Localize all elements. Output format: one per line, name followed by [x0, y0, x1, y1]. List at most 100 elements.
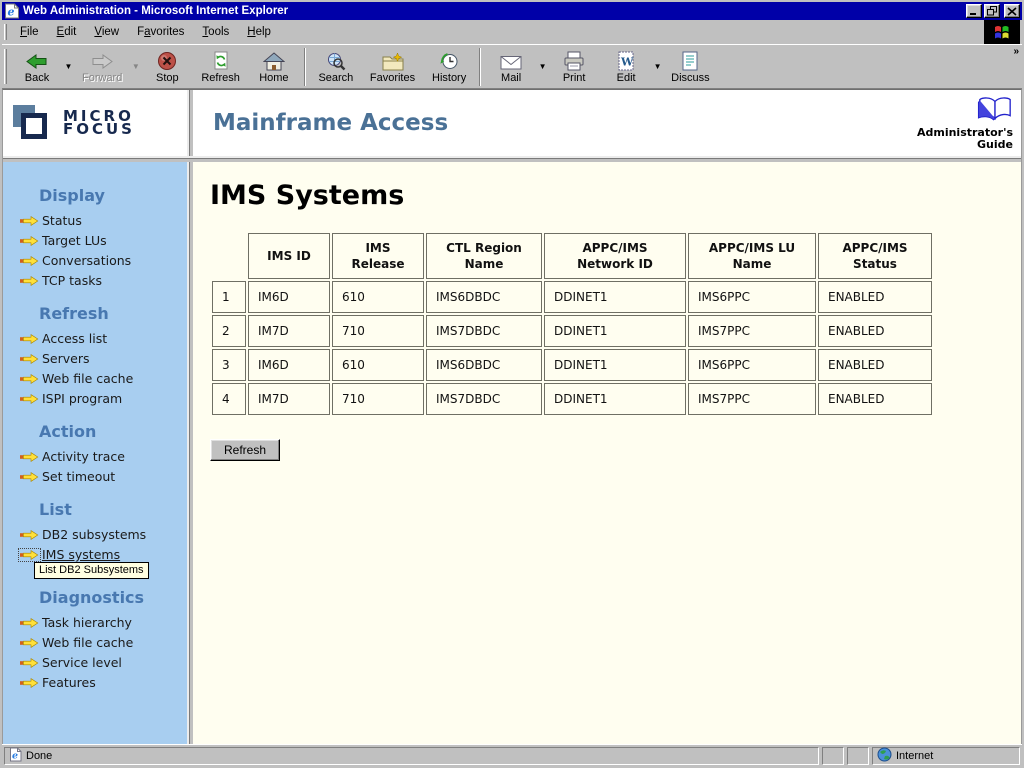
sidebar-item-target-lus[interactable]: Target LUs — [20, 233, 187, 248]
column-header-ims-id: IMS ID — [248, 233, 330, 279]
refresh-button[interactable]: Refresh — [210, 439, 280, 461]
arrow-bullet-icon — [20, 550, 39, 560]
stop-button[interactable]: Stop — [141, 47, 193, 87]
minimize-button[interactable] — [966, 4, 982, 18]
toolbar-separator — [479, 48, 481, 86]
edit-button[interactable]: W Edit — [600, 47, 652, 87]
table-cell: IMS7DBDC — [426, 383, 542, 415]
column-header-appc-ims-status: APPC/IMS Status — [818, 233, 932, 279]
browser-window: e Web Administration - Microsoft Interne… — [0, 0, 1024, 768]
print-button[interactable]: Print — [548, 47, 600, 87]
logo-frame: MICRO FOCUS — [3, 90, 187, 156]
table-cell: 710 — [332, 315, 424, 347]
minimize-icon — [969, 6, 979, 16]
close-button[interactable] — [1004, 4, 1020, 18]
sidebar-item-task-hierarchy[interactable]: Task hierarchy — [20, 615, 187, 630]
sidebar-item-web-file-cache[interactable]: Web file cache — [20, 371, 187, 386]
arrow-bullet-icon — [20, 276, 39, 286]
page-content: MICRO FOCUS Mainframe Access Administrat… — [2, 89, 1022, 744]
sidebar-item-features[interactable]: Features — [20, 675, 187, 690]
sidebar-item-status[interactable]: Status — [20, 213, 187, 228]
forward-dropdown-icon[interactable]: ▼ — [130, 47, 141, 87]
sidebar-item-conversations[interactable]: Conversations — [20, 253, 187, 268]
table-row: 1 IM6D 610 IMS6DBDC DDINET1 IMS6PPC ENAB… — [212, 281, 932, 313]
refresh-button-toolbar[interactable]: Refresh — [193, 47, 248, 87]
search-button[interactable]: Search — [310, 47, 362, 87]
menu-edit[interactable]: Edit — [48, 23, 86, 41]
forward-button[interactable]: Forward — [74, 47, 130, 87]
table-row: 4 IM7D 710 IMS7DBDC DDINET1 IMS7PPC ENAB… — [212, 383, 932, 415]
table-cell: IM6D — [248, 349, 330, 381]
sidebar-heading-list: List — [39, 500, 187, 519]
table-cell: IMS6PPC — [688, 349, 816, 381]
page-title: IMS Systems — [210, 180, 1021, 211]
sidebar-item-ispi-program[interactable]: ISPI program — [20, 391, 187, 406]
table-cell: DDINET1 — [544, 281, 686, 313]
sidebar-item-db2-subsystems[interactable]: DB2 subsystems — [20, 527, 187, 542]
sidebar-nav: Display Status Target LUs Conversations — [3, 162, 187, 744]
home-icon — [263, 51, 285, 71]
sidebar-item-servers[interactable]: Servers — [20, 351, 187, 366]
arrow-bullet-icon — [20, 530, 39, 540]
history-icon — [439, 51, 460, 71]
favorites-button[interactable]: Favorites — [362, 47, 423, 87]
svg-text:e: e — [8, 6, 15, 19]
discuss-button[interactable]: Discuss — [663, 47, 718, 87]
table-cell: IMS7DBDC — [426, 315, 542, 347]
sidebar-item-web-file-cache-diag[interactable]: Web file cache — [20, 635, 187, 650]
sidebar-heading-action: Action — [39, 422, 187, 441]
mail-button[interactable]: Mail — [485, 47, 537, 87]
column-header-ctl-region-name: CTL Region Name — [426, 233, 542, 279]
status-pane-empty — [822, 747, 844, 765]
edit-dropdown-icon[interactable]: ▼ — [652, 47, 663, 87]
print-icon — [563, 51, 585, 71]
micro-focus-logo-icon — [13, 101, 55, 145]
sidebar-item-tcp-tasks[interactable]: TCP tasks — [20, 273, 187, 288]
sidebar-section-display: Display Status Target LUs Conversations — [3, 186, 187, 288]
table-cell: IMS6PPC — [688, 281, 816, 313]
arrow-bullet-icon — [20, 354, 39, 364]
table-cell: IMS7PPC — [688, 315, 816, 347]
table-cell: DDINET1 — [544, 383, 686, 415]
arrow-bullet-icon — [20, 334, 39, 344]
menu-help[interactable]: Help — [238, 23, 280, 41]
arrow-bullet-icon — [20, 394, 39, 404]
arrow-bullet-icon — [20, 618, 39, 628]
back-dropdown-icon[interactable]: ▼ — [63, 47, 74, 87]
table-cell: 3 — [212, 349, 246, 381]
sidebar-item-access-list[interactable]: Access list — [20, 331, 187, 346]
sidebar-item-service-level[interactable]: Service level — [20, 655, 187, 670]
security-zone-pane: Internet — [872, 747, 1020, 765]
sidebar-item-activity-trace[interactable]: Activity trace — [20, 449, 187, 464]
menu-tools[interactable]: Tools — [193, 23, 238, 41]
status-pane: e Done — [4, 747, 819, 765]
restore-button[interactable] — [984, 4, 1000, 18]
back-button[interactable]: Back — [11, 47, 63, 87]
tooltip: List DB2 Subsystems — [34, 562, 149, 579]
table-cell: DDINET1 — [544, 349, 686, 381]
micro-focus-logo: MICRO FOCUS — [13, 101, 135, 145]
banner-frame: Mainframe Access Administrator's Guide — [193, 90, 1021, 156]
arrow-bullet-icon — [20, 658, 39, 668]
menu-file[interactable]: File — [11, 23, 48, 41]
ie-logo-icon: e — [4, 3, 20, 19]
home-button[interactable]: Home — [248, 47, 300, 87]
sidebar-item-set-timeout[interactable]: Set timeout — [20, 469, 187, 484]
status-text: Done — [26, 750, 52, 762]
sidebar-item-ims-systems[interactable]: IMS systems List DB2 Subsystems — [20, 547, 187, 562]
administrators-guide-link[interactable]: Administrator's Guide — [917, 96, 1013, 151]
toolbar-gripper[interactable] — [4, 49, 7, 83]
table-row: 2 IM7D 710 IMS7DBDC DDINET1 IMS7PPC ENAB… — [212, 315, 932, 347]
mail-dropdown-icon[interactable]: ▼ — [537, 47, 548, 87]
history-button[interactable]: History — [423, 47, 475, 87]
toolbar-overflow-chevron[interactable]: » — [1013, 46, 1019, 57]
arrow-bullet-icon — [20, 374, 39, 384]
sidebar-heading-refresh: Refresh — [39, 304, 187, 323]
menu-bar: File Edit View Favorites Tools Help — [2, 20, 1022, 44]
banner-title: Mainframe Access — [213, 110, 448, 136]
menu-favorites[interactable]: Favorites — [128, 23, 193, 41]
favorites-icon — [382, 51, 404, 71]
menubar-gripper[interactable] — [4, 24, 7, 41]
menu-view[interactable]: View — [85, 23, 128, 41]
sidebar-section-list: List DB2 subsystems IMS systems List DB2… — [3, 500, 187, 562]
